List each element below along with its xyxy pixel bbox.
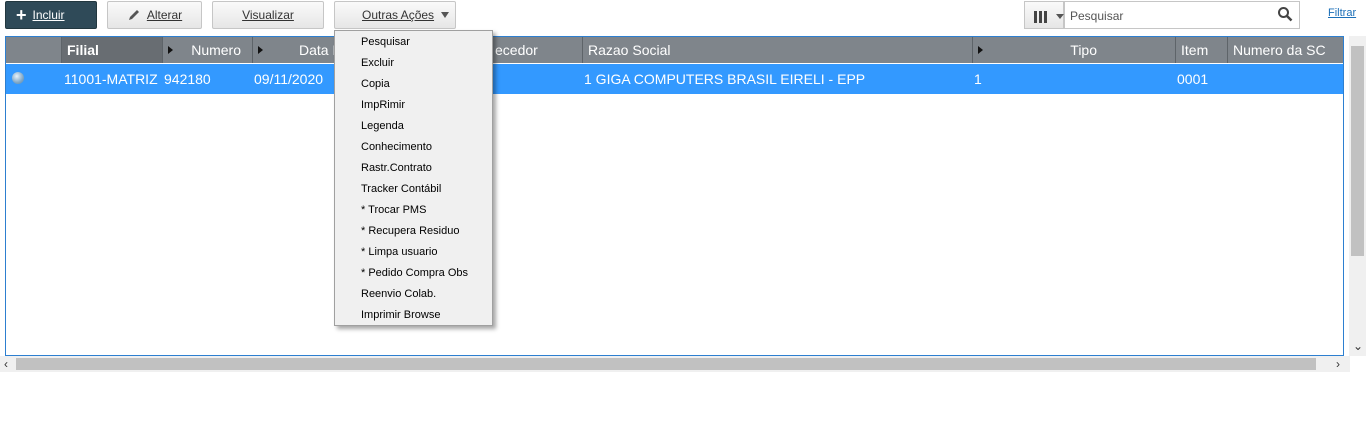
visualizar-button[interactable]: Visualizar xyxy=(212,1,324,29)
column-header-numero-sc[interactable]: Numero da SC xyxy=(1228,37,1343,63)
menu-item-reenvio-colab[interactable]: Reenvio Colab. xyxy=(361,284,436,305)
sort-arrow-icon xyxy=(978,46,983,54)
cell-item: 0001 xyxy=(1177,71,1209,87)
filter-link[interactable]: Filtrar xyxy=(1328,7,1356,19)
scroll-left-icon[interactable]: ‹ xyxy=(4,356,8,372)
cell-razao-social: 1 GIGA COMPUTERS BRASIL EIRELI - EPP xyxy=(584,71,866,87)
column-header-data[interactable]: Data E xyxy=(253,37,340,63)
column-header-filial[interactable]: Filial xyxy=(62,37,163,63)
column-header-label: Item xyxy=(1181,42,1209,58)
menu-item-pesquisar[interactable]: Pesquisar xyxy=(361,32,410,53)
visualizar-label: Visualizar xyxy=(242,8,294,22)
horizontal-scrollbar[interactable]: ‹ › xyxy=(0,356,1350,372)
horizontal-scroll-thumb[interactable] xyxy=(16,358,1316,370)
plus-icon: + xyxy=(16,5,27,25)
scroll-down-icon[interactable]: ⌄ xyxy=(1353,338,1363,354)
outras-acoes-button[interactable]: Outras Ações xyxy=(334,1,456,29)
columns-button[interactable] xyxy=(1024,1,1064,29)
outras-acoes-label: Outras Ações xyxy=(362,8,435,22)
menu-item-limpa-usuario[interactable]: * Limpa usuario xyxy=(361,242,437,263)
menu-item-pedido-compra-obs[interactable]: * Pedido Compra Obs xyxy=(361,263,468,284)
menu-item-excluir[interactable]: Excluir xyxy=(361,53,394,74)
column-header-tipo[interactable]: Tipo xyxy=(973,37,1176,63)
cell-data: 09/11/2020 xyxy=(254,71,324,87)
search-icon[interactable] xyxy=(1277,6,1293,22)
alterar-button[interactable]: Alterar xyxy=(107,1,202,29)
menu-item-tracker-contabil[interactable]: Tracker Contábil xyxy=(361,179,441,200)
cell-filial: 11001-MATRIZ xyxy=(64,71,158,87)
chevron-down-icon xyxy=(441,12,449,18)
alterar-label: Alterar xyxy=(146,8,183,22)
incluir-label: Incluir xyxy=(32,8,65,22)
menu-item-legenda[interactable]: Legenda xyxy=(361,116,404,137)
incluir-button[interactable]: + Incluir xyxy=(5,1,97,29)
menu-item-copia[interactable]: Copia xyxy=(361,74,390,95)
search-input[interactable] xyxy=(1068,8,1272,24)
legend-column-header xyxy=(6,37,62,63)
column-header-numero[interactable]: Numero xyxy=(163,37,253,63)
data-grid: Filial Numero Data E ecedor Razao Social… xyxy=(5,36,1344,356)
menu-item-trocar-pms[interactable]: * Trocar PMS xyxy=(361,200,426,221)
grid-header: Filial Numero Data E ecedor Razao Social… xyxy=(6,37,1343,63)
column-header-label: Filial xyxy=(67,42,99,58)
cell-numero: 942180 xyxy=(164,71,211,87)
column-header-label: Razao Social xyxy=(588,42,671,58)
column-header-razao-social[interactable]: Razao Social xyxy=(583,37,973,63)
outras-acoes-menu: Pesquisar Excluir Copia ImpRimir Legenda… xyxy=(334,30,493,326)
menu-item-imprimir-browse[interactable]: Imprimir Browse xyxy=(361,305,440,326)
column-header-item[interactable]: Item xyxy=(1176,37,1228,63)
sort-arrow-icon xyxy=(168,46,173,54)
scroll-right-icon[interactable]: › xyxy=(1336,356,1340,372)
menu-item-imprimir[interactable]: ImpRimir xyxy=(361,95,405,116)
column-header-label: Numero da SC xyxy=(1233,42,1326,58)
menu-item-recupera-residuo[interactable]: * Recupera Residuo xyxy=(361,221,459,242)
menu-item-conhecimento[interactable]: Conhecimento xyxy=(361,137,432,158)
search-box xyxy=(1064,1,1300,29)
table-row[interactable]: 11001-MATRIZ 942180 09/11/2020 1 GIGA CO… xyxy=(6,64,1343,94)
pencil-icon xyxy=(128,10,139,20)
cell-tipo: 1 xyxy=(974,71,982,87)
vertical-scrollbar[interactable]: ⌄ xyxy=(1349,36,1366,356)
sort-arrow-icon xyxy=(258,46,263,54)
menu-item-rastr-contrato[interactable]: Rastr.Contrato xyxy=(361,158,432,179)
column-header-label: Tipo xyxy=(1070,42,1097,58)
column-header-label: Numero xyxy=(191,42,241,58)
columns-icon xyxy=(1034,10,1049,28)
vertical-scroll-thumb[interactable] xyxy=(1351,46,1364,256)
chevron-down-icon xyxy=(1056,14,1064,19)
column-header-label: ecedor xyxy=(495,42,538,58)
status-legend-icon xyxy=(12,72,24,84)
